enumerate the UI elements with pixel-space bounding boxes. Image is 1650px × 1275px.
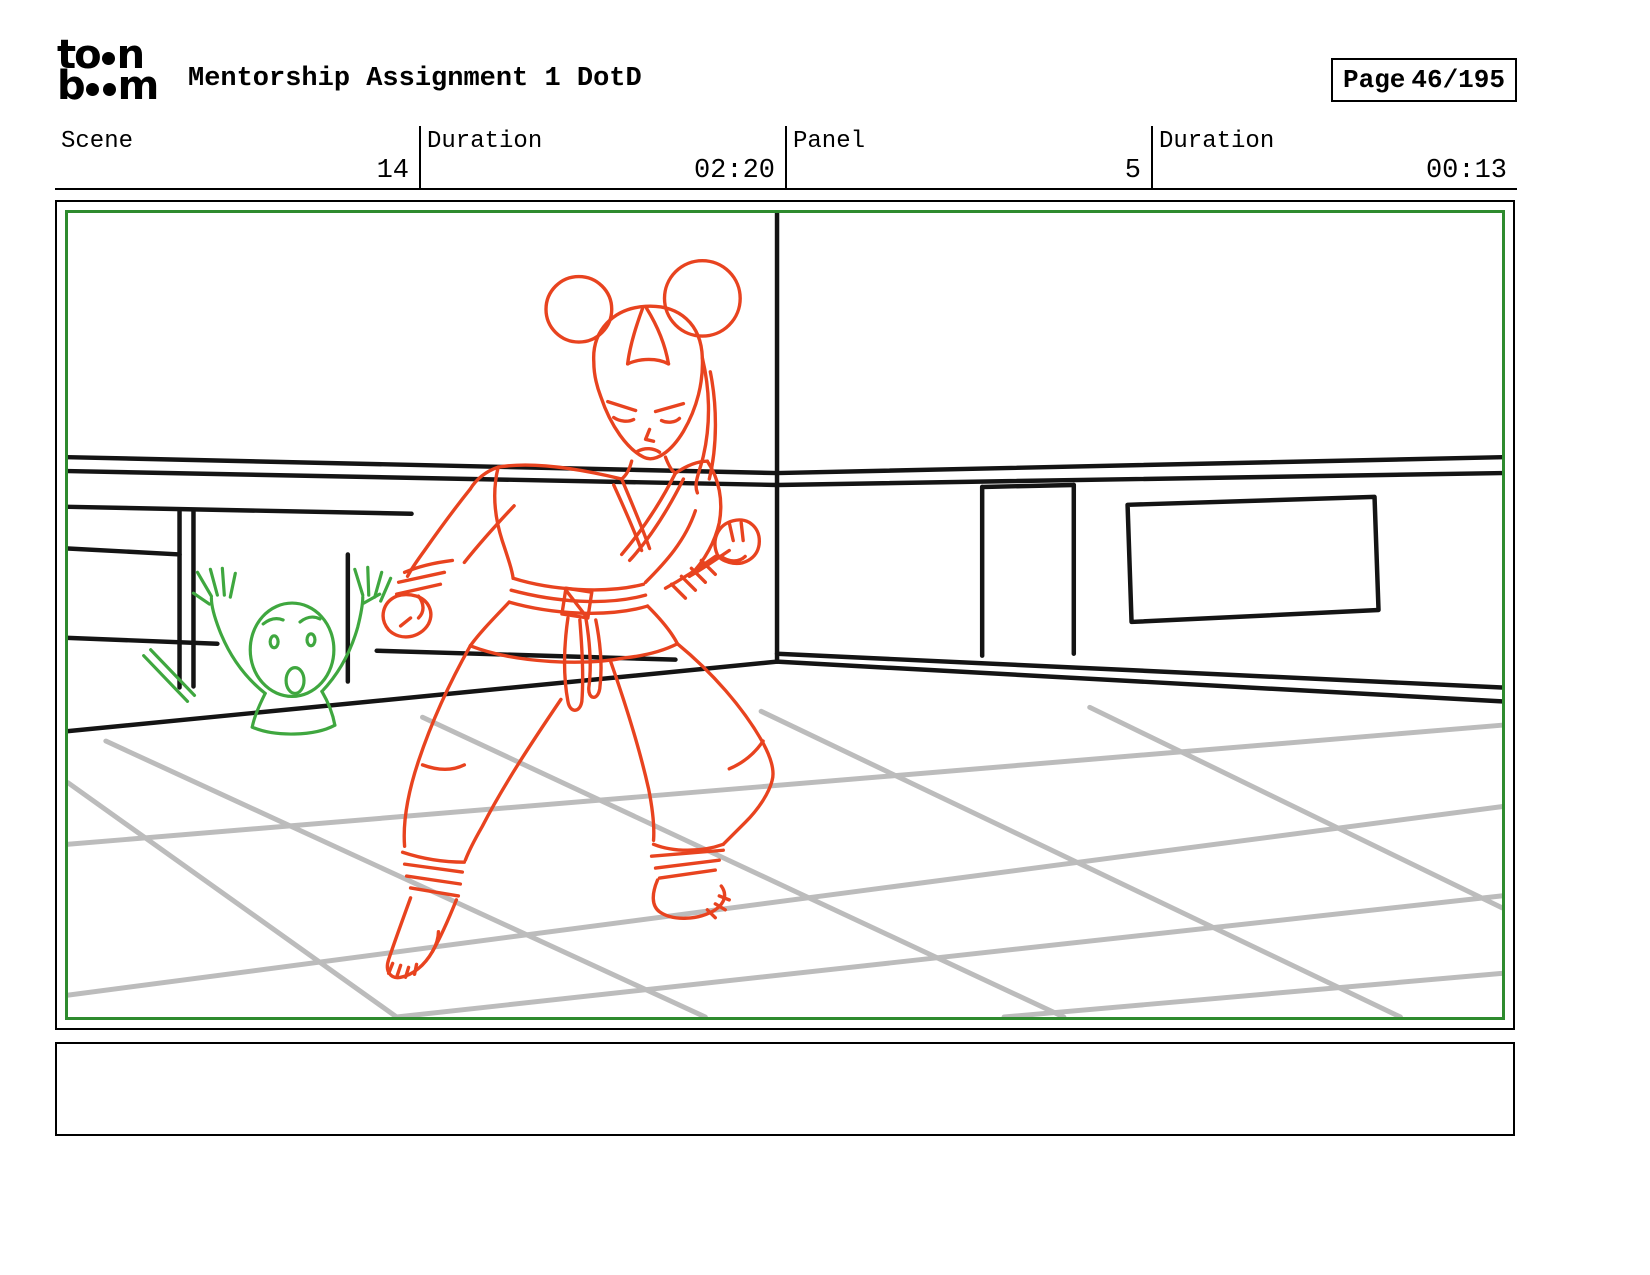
- page-value: 46/195: [1411, 65, 1505, 95]
- logo-dot: [102, 83, 116, 96]
- panel-value: 5: [1124, 156, 1141, 186]
- panel-duration-label: Duration: [1159, 128, 1275, 155]
- floor-grid-lines: [68, 704, 1502, 1017]
- scene-duration-value: 02:20: [693, 156, 775, 186]
- logo-dot: [85, 83, 99, 96]
- scene-value: 14: [376, 156, 409, 186]
- toonboom-logo: to n bm: [57, 35, 159, 109]
- info-cell-panel: Panel 5: [785, 126, 1151, 188]
- caption-box: [55, 1042, 1515, 1136]
- scene-label: Scene: [61, 128, 134, 155]
- page-number-box: Page 46/195: [1331, 58, 1517, 102]
- info-bar: Scene 14 Duration 02:20 Panel 5 Duration…: [55, 126, 1517, 190]
- main-character-sketch: [381, 258, 775, 980]
- room-perspective-lines: [68, 213, 1502, 734]
- info-cell-scene: Scene 14: [55, 126, 419, 188]
- page-label: Page: [1343, 65, 1406, 95]
- camera-frame: [65, 210, 1505, 1020]
- panel-label: Panel: [793, 128, 866, 155]
- panel-sketch-svg: [68, 213, 1502, 1017]
- scene-duration-label: Duration: [427, 128, 543, 155]
- document-title: Mentorship Assignment 1 DotD: [188, 64, 642, 94]
- info-cell-panel-duration: Duration 00:13: [1151, 126, 1517, 188]
- storyboard-panel-frame: [55, 200, 1515, 1030]
- panel-duration-value: 00:13: [1425, 156, 1507, 186]
- logo-dot: [101, 52, 115, 65]
- info-cell-scene-duration: Duration 02:20: [419, 126, 785, 188]
- logo-line-bottom: bm: [57, 63, 159, 109]
